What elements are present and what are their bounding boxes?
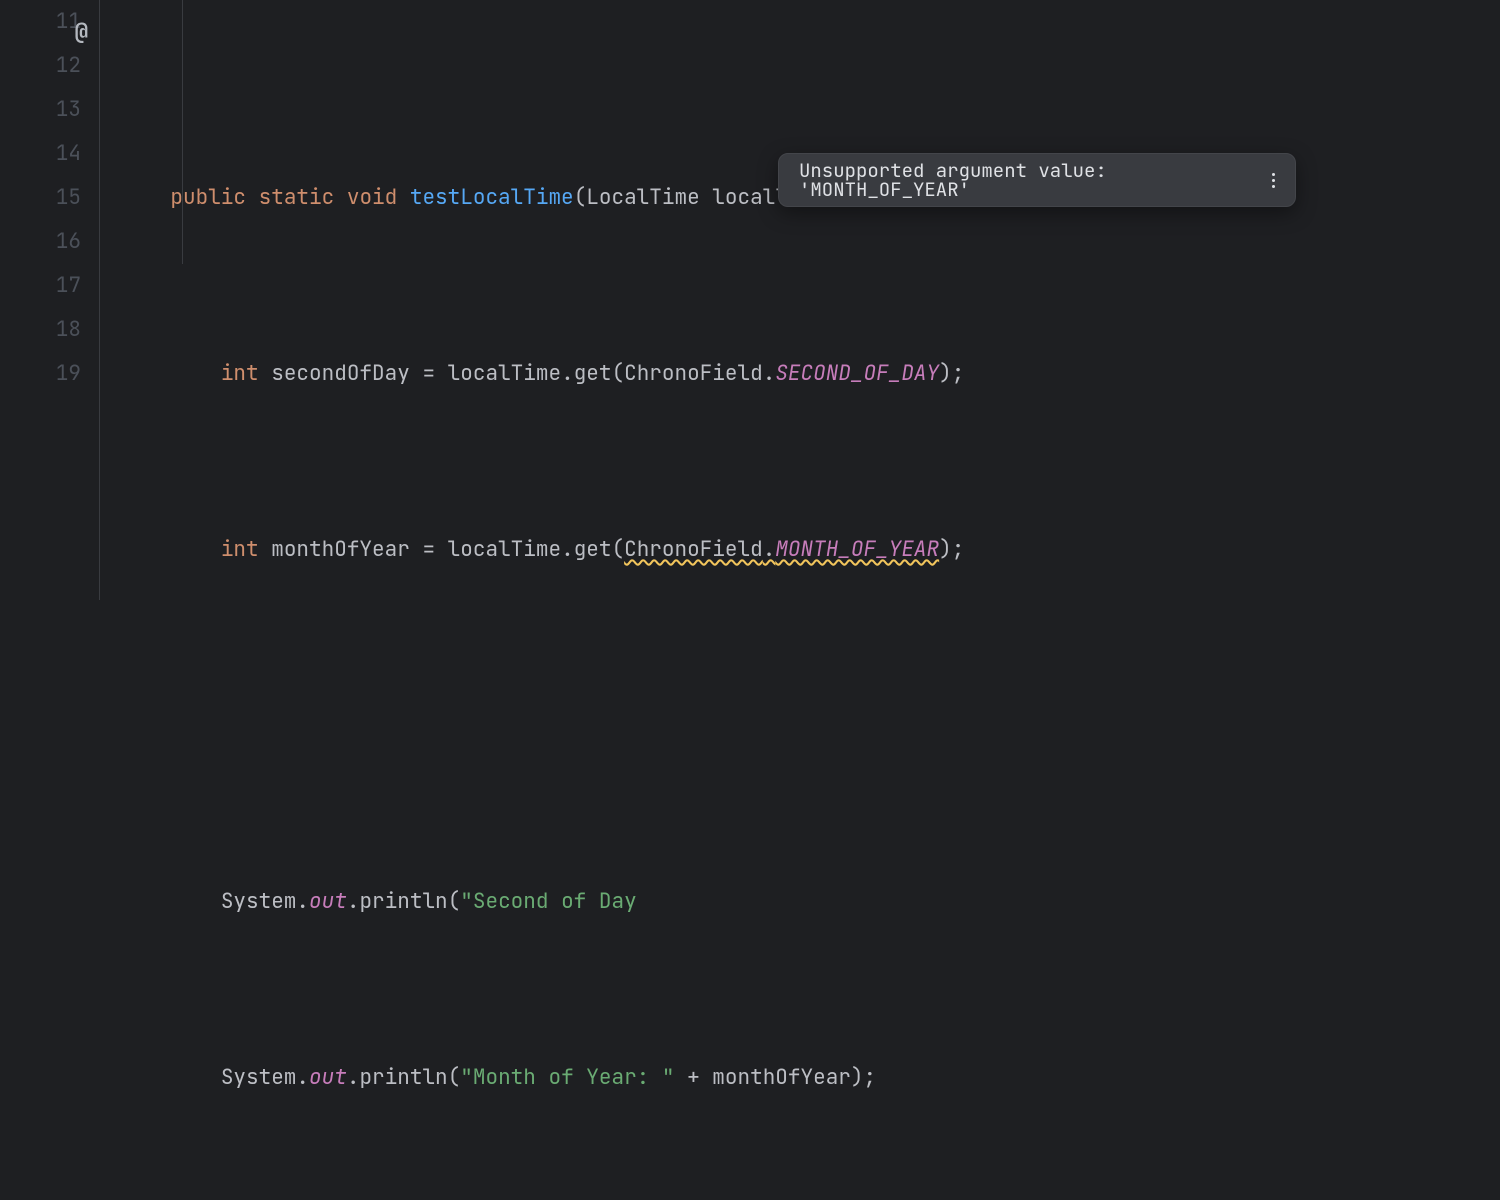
gutter: @ 11 12 13 14 15 16 17 18 19: [0, 0, 100, 600]
method-call: println: [359, 888, 447, 915]
more-actions-icon[interactable]: [1266, 170, 1281, 190]
string-literal: "Month of Year: ": [460, 1064, 674, 1091]
identifier: secondOfDay: [271, 360, 410, 387]
method-call: println: [359, 1064, 447, 1091]
operator: +: [687, 1064, 700, 1091]
line-number: 19: [0, 352, 81, 396]
field-static: out: [309, 888, 347, 915]
line-number: 15: [0, 176, 81, 220]
dot: .: [296, 888, 309, 915]
type: LocalTime: [586, 184, 699, 211]
keyword: static: [259, 184, 335, 211]
tooltip-text: Unsupported argument value: 'MONTH_OF_YE…: [799, 161, 1266, 199]
identifier: localTime: [448, 536, 561, 563]
operator: =: [422, 536, 435, 563]
override-marker-icon[interactable]: @: [62, 10, 88, 36]
code-editor[interactable]: @ 11 12 13 14 15 16 17 18 19 public stat…: [0, 0, 1500, 600]
tail: );: [851, 1064, 876, 1091]
class-ref: ChronoField: [624, 360, 763, 387]
class-ref: System: [221, 888, 297, 915]
enum-constant: SECOND_OF_DAY: [775, 360, 939, 387]
code-line[interactable]: [120, 704, 1500, 748]
tail: );: [939, 360, 964, 387]
class-ref: System: [221, 1064, 297, 1091]
code-line[interactable]: System.out.println("Second of Day: [120, 880, 1500, 924]
paren: (: [448, 1064, 461, 1091]
keyword: void: [347, 184, 397, 211]
paren: (: [612, 536, 625, 563]
code-line[interactable]: int monthOfYear = localTime.get(ChronoFi…: [120, 528, 1500, 572]
line-number: 18: [0, 308, 81, 352]
field-static: out: [309, 1064, 347, 1091]
paren: (: [612, 360, 625, 387]
code-line[interactable]: int secondOfDay = localTime.get(ChronoFi…: [120, 352, 1500, 396]
method-call: get: [574, 360, 612, 387]
dot: .: [763, 536, 776, 563]
keyword: int: [221, 536, 259, 563]
line-number: 17: [0, 264, 81, 308]
enum-constant-warning[interactable]: MONTH_OF_YEAR: [775, 536, 939, 563]
code-line[interactable]: System.out.println("Month of Year: " + m…: [120, 1056, 1500, 1100]
keyword: int: [221, 360, 259, 387]
paren: (: [448, 888, 461, 915]
class-ref: ChronoField: [624, 536, 763, 563]
line-number: 16: [0, 220, 81, 264]
identifier: monthOfYear: [712, 1064, 851, 1091]
operator: =: [422, 360, 435, 387]
method-name: testLocalTime: [410, 184, 574, 211]
identifier: monthOfYear: [271, 536, 410, 563]
dot: .: [763, 360, 776, 387]
indent-guide: [182, 0, 183, 264]
string-literal: "Second of Day: [460, 888, 636, 915]
dot: .: [347, 1064, 360, 1091]
paren: (: [574, 184, 587, 211]
inspection-tooltip[interactable]: Unsupported argument value: 'MONTH_OF_YE…: [778, 153, 1296, 207]
dot: .: [347, 888, 360, 915]
dot: .: [296, 1064, 309, 1091]
dot: .: [561, 360, 574, 387]
tail: );: [939, 536, 964, 563]
line-number: 12: [0, 44, 81, 88]
line-number: 13: [0, 88, 81, 132]
code-area[interactable]: public static void testLocalTime(LocalTi…: [100, 0, 1500, 600]
dot: .: [561, 536, 574, 563]
line-number: 14: [0, 132, 81, 176]
identifier: localTime: [448, 360, 561, 387]
method-call: get: [574, 536, 612, 563]
